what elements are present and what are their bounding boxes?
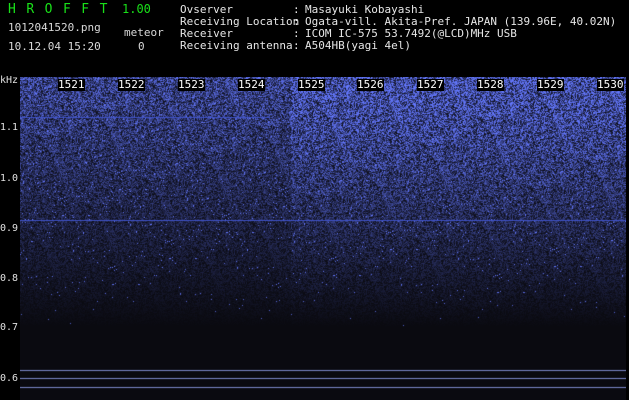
minute-label: 1523	[178, 78, 205, 91]
minute-label: 1530	[597, 78, 624, 91]
y-tick-label: 1.0	[0, 173, 19, 184]
meteor-count-label: meteor	[124, 26, 164, 39]
capture-datetime: 10.12.04 15:20	[8, 40, 101, 53]
spectrogram-waterfall[interactable]	[20, 77, 626, 400]
y-tick-label: 0.6	[0, 373, 19, 384]
minute-label: 1526	[357, 78, 384, 91]
app-title: HROFFT	[8, 2, 118, 17]
y-tick-label: 0.7	[0, 322, 19, 333]
minute-label: 1521	[58, 78, 85, 91]
y-unit-label: kHz	[0, 75, 19, 86]
minute-label: 1524	[238, 78, 265, 91]
minute-label: 1529	[537, 78, 564, 91]
app-version: 1.00	[122, 2, 151, 16]
file-name: 1012041520.png	[8, 21, 101, 34]
antenna-label: Receiving antenna	[180, 39, 293, 52]
station-info: Ovserver : Masayuki Kobayashi Receiving …	[180, 4, 616, 52]
minute-label: 1528	[477, 78, 504, 91]
minute-label: 1525	[298, 78, 325, 91]
meteor-count-value: 0	[138, 40, 145, 53]
antenna-row: Receiving antenna : A504HB(yagi 4el)	[180, 40, 616, 52]
separator: :	[293, 39, 300, 52]
y-tick-label: 0.8	[0, 273, 19, 284]
minute-label: 1527	[417, 78, 444, 91]
y-tick-label: 0.9	[0, 223, 19, 234]
minute-label: 1522	[118, 78, 145, 91]
antenna-value: A504HB(yagi 4el)	[305, 39, 411, 52]
y-tick-label: 1.1	[0, 122, 19, 133]
header-panel: HROFFT 1.00 1012041520.png meteor 0 10.1…	[0, 0, 629, 76]
